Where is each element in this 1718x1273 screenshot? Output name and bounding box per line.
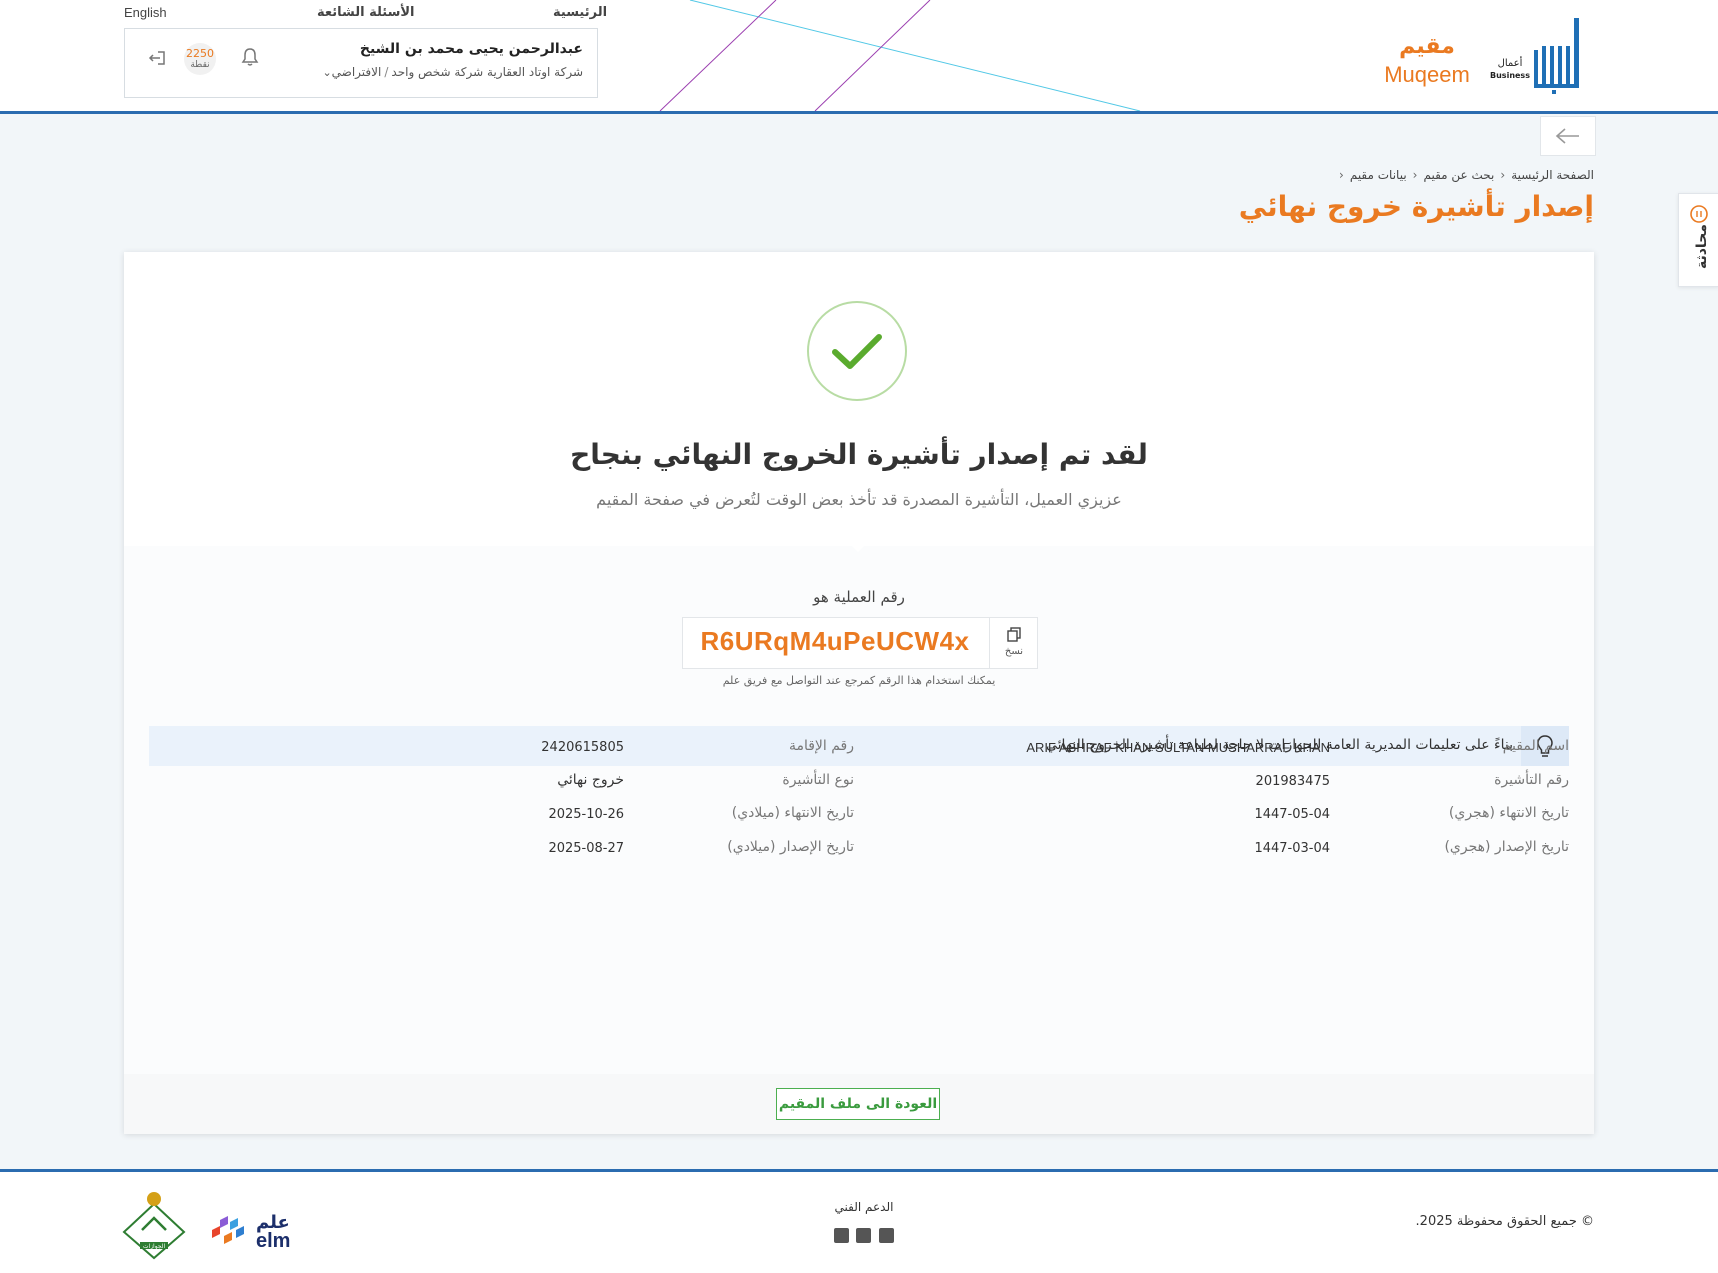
chevron-left-icon: ‹ xyxy=(1412,168,1418,182)
twitter-icon[interactable] xyxy=(834,1228,849,1243)
user-name: عبدالرحمن يحيى محمد بن الشيخ xyxy=(359,41,583,57)
arrow-left-icon xyxy=(1555,128,1579,144)
user-company-selector[interactable]: شركة اوتاد العقارية شركة شخص واحد/الافتر… xyxy=(318,65,583,79)
issue-hijri-label: تاريخ الإصدار (هجري) xyxy=(1444,839,1569,855)
visa-type-label: نوع التأشيرة xyxy=(782,772,854,788)
jawazat-logo-text: الجوازات xyxy=(142,1243,166,1250)
notification-bell-icon[interactable] xyxy=(241,47,259,71)
points-badge: 2250 نقطة xyxy=(184,43,216,75)
info-notice: بناءً على تعليمات المديرية العامة للجواز… xyxy=(149,726,1569,766)
success-check-icon xyxy=(807,301,907,401)
iqama-label: رقم الإقامة xyxy=(788,738,854,754)
resident-name-value: ARIF ASHRAF KHAN SULTAN MUSHARRAF KHAN xyxy=(1026,740,1330,755)
language-switch-link[interactable]: English xyxy=(124,5,167,20)
success-title: لقد تم إصدار تأشيرة الخروج النهائي بنجاح xyxy=(570,438,1148,471)
section-notch xyxy=(844,538,872,552)
elm-logo-en: elm xyxy=(256,1230,291,1252)
resident-name-label: اسم المقيم xyxy=(1502,738,1569,754)
chevron-left-icon: ‹ xyxy=(1500,168,1506,182)
absher-business-ar: أعمال xyxy=(1497,58,1523,69)
issue-greg-label: تاريخ الإصدار (ميلادي) xyxy=(727,839,854,855)
absher-business-logo: أعمال Business xyxy=(1490,16,1586,96)
nav-faq-link[interactable]: الأسئلة الشائعة xyxy=(317,5,415,20)
muqeem-logo-en: Muqeem xyxy=(1384,62,1470,87)
breadcrumb-resident-data[interactable]: بيانات مقيم xyxy=(1350,168,1407,182)
muqeem-logo-ar: مقيم xyxy=(1399,34,1455,59)
copy-icon xyxy=(1006,627,1022,647)
chevron-down-icon: ⌄ xyxy=(322,66,332,79)
phone-icon[interactable] xyxy=(879,1228,894,1243)
logout-icon[interactable] xyxy=(147,49,167,71)
copy-label: نسخ xyxy=(1004,646,1024,657)
role-name: الافتراضي xyxy=(331,65,382,79)
return-to-resident-file-button[interactable]: العودة الى ملف المقيم xyxy=(776,1088,940,1120)
points-label: نقطة xyxy=(190,60,210,70)
elm-logo: علم elm xyxy=(208,1212,298,1254)
chevron-left-icon: ‹ xyxy=(1339,168,1344,182)
page-footer: © جميع الحقوق محفوظة 2025. الدعم الفني ع… xyxy=(0,1169,1718,1273)
expiry-hijri-value: 1447-05-04 xyxy=(1254,807,1330,822)
expiry-greg-label: تاريخ الانتهاء (ميلادي) xyxy=(731,805,854,821)
breadcrumb-home[interactable]: الصفحة الرئيسية xyxy=(1511,168,1594,182)
breadcrumb: الصفحة الرئيسية ‹ بحث عن مقيم ‹ بيانات مقيم ‹ xyxy=(1333,168,1594,182)
email-icon[interactable] xyxy=(856,1228,871,1243)
company-name: شركة اوتاد العقارية شركة شخص واحد xyxy=(391,65,583,79)
expiry-hijri-label: تاريخ الانتهاء (هجري) xyxy=(1448,805,1569,821)
absher-business-en: Business xyxy=(1490,71,1530,80)
support-label: الدعم الفني xyxy=(834,1200,894,1214)
page-title: إصدار تأشيرة خروج نهائي xyxy=(1238,190,1594,223)
visa-type-value: خروج نهائي xyxy=(557,772,624,788)
muqeem-logo: مقيم Muqeem xyxy=(1382,34,1472,94)
copy-button[interactable]: نسخ xyxy=(989,618,1038,668)
visa-number-value: 201983475 xyxy=(1255,774,1330,789)
operation-number-label: رقم العملية هو xyxy=(813,588,905,606)
user-account-box[interactable]: عبدالرحمن يحيى محمد بن الشيخ شركة اوتاد … xyxy=(124,28,598,98)
visa-number-label: رقم التأشيرة xyxy=(1494,772,1569,788)
jawazat-emblem-logo: الجوازات xyxy=(122,1190,186,1260)
copyright-text: © جميع الحقوق محفوظة 2025. xyxy=(1415,1214,1594,1229)
issue-hijri-value: 1447-03-04 xyxy=(1254,841,1330,856)
operation-hint: يمكنك استخدام هذا الرقم كمرجع عند التواص… xyxy=(722,674,996,687)
chat-side-tab[interactable]: محادثة xyxy=(1678,193,1718,287)
operation-number: R6URqM4uPeUCW4x xyxy=(700,626,970,656)
iqama-value: 2420615805 xyxy=(541,740,624,755)
points-value: 2250 xyxy=(186,47,214,60)
back-button[interactable] xyxy=(1540,116,1596,156)
issue-greg-value: 2025-08-27 xyxy=(548,841,624,856)
operation-number-box: R6URqM4uPeUCW4x نسخ xyxy=(682,617,1038,669)
expiry-greg-value: 2025-10-26 xyxy=(548,807,624,822)
success-subtitle: عزيزي العميل، التأشيرة المصدرة قد تأخذ ب… xyxy=(596,490,1122,509)
result-card: لقد تم إصدار تأشيرة الخروج النهائي بنجاح… xyxy=(124,252,1594,1134)
nav-home-link[interactable]: الرئيسية xyxy=(553,5,607,20)
breadcrumb-search-resident[interactable]: بحث عن مقيم xyxy=(1423,168,1494,182)
top-header: الرئيسية الأسئلة الشائعة English عبدالرح… xyxy=(0,0,1718,114)
chat-tab-label: محادثة xyxy=(1694,224,1710,269)
